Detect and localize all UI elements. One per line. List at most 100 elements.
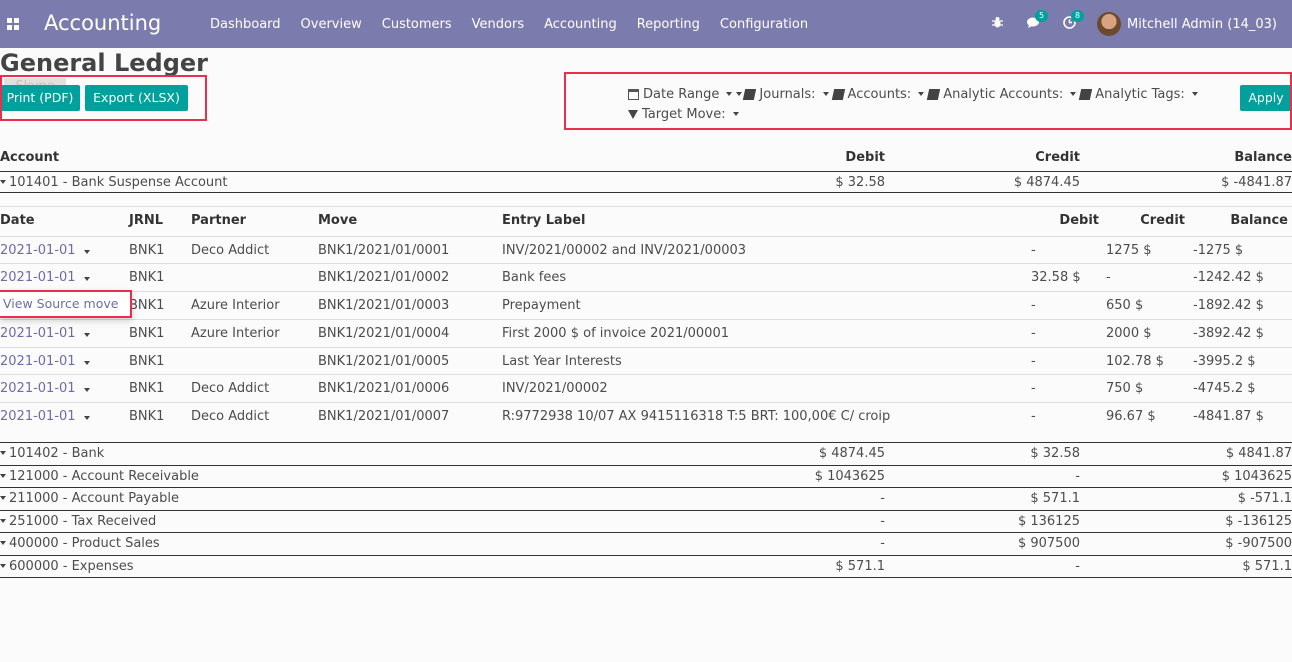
date-link[interactable]: 2021-01-01 [0,270,90,285]
table-row[interactable]: 2021-01-01 BNK1 BNK1/2021/01/0002 Bank f… [0,263,1292,291]
caret-down-icon[interactable] [0,563,6,568]
systray: 5 8 Mitchell Admin (14_03) [989,0,1292,48]
menu-dashboard[interactable]: Dashboard [200,17,291,32]
account-row[interactable]: 211000 - Account Payable - $ 571.1 $ -57… [0,487,1292,509]
account-credit: $ 136125 [1017,514,1080,529]
col-credit: Credit [1035,150,1080,165]
chevron-down-icon[interactable] [83,277,90,281]
table-row[interactable]: 2021-01-01 BNK1 Deco Addict BNK1/2021/01… [0,374,1292,402]
menu-customers[interactable]: Customers [372,17,462,32]
account-credit: - [1075,559,1080,574]
caret-down-icon[interactable] [0,495,6,500]
col-line-credit: Credit [1140,213,1185,228]
cell-partner: Azure Interior [191,326,280,341]
caret-down-icon[interactable] [0,540,6,545]
cell-jrnl: BNK1 [129,243,165,258]
table-row[interactable]: 2021-01-01 BNK1 Deco Addict BNK1/2021/01… [0,236,1292,264]
cell-move: BNK1/2021/01/0003 [318,298,450,313]
account-credit: $ 571.1 [1030,491,1080,506]
account-row[interactable]: 600000 - Expenses $ 571.1 - $ 571.1 [0,555,1292,577]
cell-balance: -1892.42 $ [1193,298,1264,313]
date-dropdown-menu: View Source move [0,290,132,318]
cell-balance: -4841.87 $ [1193,409,1264,424]
cell-entry-label: INV/2021/00002 and INV/2021/00003 [502,243,747,258]
activity-count-badge: 8 [1071,10,1085,22]
account-balance: $ -907500 [1225,536,1292,551]
chat-count-badge: 5 [1035,10,1049,22]
top-navbar: Accounting Dashboard Overview Customers … [0,0,1292,48]
user-menu-name[interactable]: Mitchell Admin (14_03) [1127,17,1277,32]
divider [0,192,1292,193]
activity-clock-icon[interactable]: 8 [1061,10,1085,32]
highlight-box-filters [564,72,1292,130]
cell-balance: -1275 $ [1193,243,1244,258]
cell-credit: 750 $ [1106,381,1144,396]
account-name: 101402 - Bank [9,446,105,461]
menu-vendors[interactable]: Vendors [462,17,534,32]
accounts-table-header: Account Debit Credit Balance [0,150,1292,170]
cell-partner: Azure Interior [191,298,280,313]
account-credit: $ 4874.45 [1013,175,1080,190]
highlight-box-buttons [0,75,207,121]
account-debit: - [880,514,885,529]
table-row[interactable]: 2021-01-01 BNK1 Azure Interior BNK1/2021… [0,291,1292,319]
app-brand[interactable]: Accounting [44,11,161,35]
cell-balance: -3892.42 $ [1193,326,1264,341]
col-account: Account [0,150,60,165]
account-balance: $ -136125 [1225,514,1292,529]
date-link[interactable]: 2021-01-01 [0,381,90,396]
cell-debit: - [1031,243,1036,258]
date-link[interactable]: 2021-01-01 [0,326,90,341]
cell-jrnl: BNK1 [129,298,165,313]
col-move: Move [318,213,358,228]
account-balance: $ 571.1 [1242,559,1292,574]
account-credit: $ 907500 [1017,536,1080,551]
chevron-down-icon[interactable] [83,416,90,420]
account-name: 600000 - Expenses [9,559,134,574]
chevron-down-icon[interactable] [83,388,90,392]
caret-down-icon[interactable] [0,518,6,523]
cell-entry-label: INV/2021/00002 [502,381,608,396]
account-row[interactable]: 121000 - Account Receivable $ 1043625 - … [0,465,1292,487]
table-row[interactable]: 2021-01-01 BNK1 BNK1/2021/01/0005 Last Y… [0,347,1292,375]
cell-debit: - [1031,354,1036,369]
account-balance: $ 1043625 [1221,469,1292,484]
view-source-move-item[interactable]: View Source move [3,296,118,311]
cell-move: BNK1/2021/01/0002 [318,270,450,285]
menu-configuration[interactable]: Configuration [710,17,818,32]
caret-down-icon[interactable] [0,450,6,455]
cell-jrnl: BNK1 [129,409,165,424]
account-row[interactable]: 101402 - Bank $ 4874.45 $ 32.58 $ 4841.8… [0,442,1292,464]
account-row[interactable]: 400000 - Product Sales - $ 907500 $ -907… [0,532,1292,554]
cell-credit: 102.78 $ [1106,354,1164,369]
cell-debit: - [1031,298,1036,313]
cell-partner: Deco Addict [191,409,270,424]
cell-credit: 96.67 $ [1106,409,1156,424]
account-row-expanded[interactable]: 101401 - Bank Suspense Account $ 32.58 $… [0,171,1292,193]
menu-reporting[interactable]: Reporting [627,17,710,32]
cell-debit: - [1031,381,1036,396]
menu-accounting[interactable]: Accounting [534,17,627,32]
user-avatar[interactable] [1097,12,1122,36]
apps-menu-icon[interactable] [7,18,19,30]
date-link[interactable]: 2021-01-01 [0,409,90,424]
chevron-down-icon[interactable] [83,361,90,365]
caret-down-icon[interactable] [0,179,6,184]
caret-down-icon[interactable] [0,473,6,478]
date-link[interactable]: 2021-01-01 [0,354,90,369]
chat-icon[interactable]: 5 [1025,10,1049,32]
cell-credit: - [1106,270,1111,285]
cell-credit: 2000 $ [1106,326,1152,341]
table-row[interactable]: 2021-01-01 BNK1 Deco Addict BNK1/2021/01… [0,402,1292,430]
menu-overview[interactable]: Overview [291,17,372,32]
chevron-down-icon[interactable] [83,250,90,254]
account-debit: $ 1043625 [814,469,885,484]
bug-icon[interactable] [989,16,1005,32]
account-debit: $ 4874.45 [818,446,885,461]
account-name: 400000 - Product Sales [9,536,160,551]
chevron-down-icon[interactable] [83,333,90,337]
account-debit: - [880,536,885,551]
date-link[interactable]: 2021-01-01 [0,243,90,258]
table-row[interactable]: 2021-01-01 BNK1 Azure Interior BNK1/2021… [0,319,1292,347]
account-row[interactable]: 251000 - Tax Received - $ 136125 $ -1361… [0,510,1292,532]
